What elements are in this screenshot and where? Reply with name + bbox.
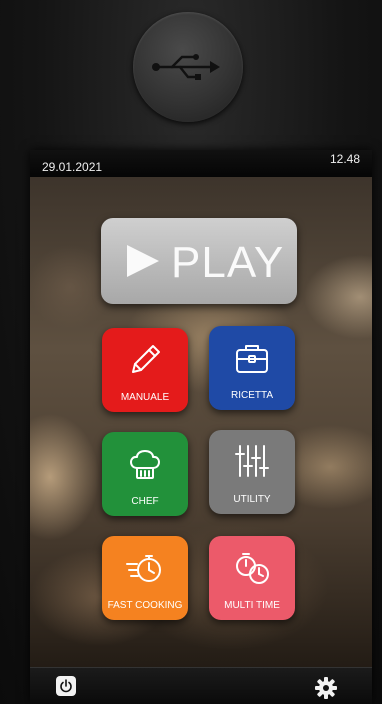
- play-icon: [127, 245, 159, 277]
- multi-time-button[interactable]: MULTI TIME: [209, 536, 295, 620]
- power-icon: [60, 679, 72, 693]
- chef-label: CHEF: [131, 496, 159, 507]
- manuale-label: MANUALE: [120, 392, 170, 403]
- touch-screen: 29.01.2021 12.48 PLAY MANUALE RICETTA CH…: [30, 150, 372, 704]
- bottom-bar: [30, 667, 372, 704]
- status-bar: 29.01.2021 12.48: [30, 150, 372, 177]
- multi-timer-icon: [236, 553, 269, 584]
- utility-button[interactable]: UTILITY: [209, 430, 295, 514]
- usb-icon: [152, 54, 220, 80]
- chef-hat-icon: [130, 450, 160, 479]
- chef-button[interactable]: CHEF: [102, 432, 188, 516]
- utility-label: UTILITY: [233, 494, 271, 505]
- fast-cooking-label: FAST COOKING: [107, 600, 183, 611]
- date-display: 29.01.2021: [42, 160, 103, 174]
- gear-icon: [315, 677, 337, 699]
- power-button[interactable]: [56, 676, 76, 696]
- multi-time-label: MULTI TIME: [224, 600, 280, 611]
- fast-cooking-button[interactable]: FAST COOKING: [102, 536, 188, 620]
- fast-timer-icon: [126, 555, 161, 582]
- oven-control-panel: 29.01.2021 12.48 PLAY MANUALE RICETTA CH…: [0, 0, 382, 704]
- time-display: 12.48: [329, 152, 360, 166]
- pencil-icon: [132, 345, 160, 373]
- play-button[interactable]: PLAY: [101, 218, 297, 304]
- settings-button[interactable]: [314, 676, 338, 700]
- ricetta-label: RICETTA: [230, 390, 274, 401]
- sliders-icon: [235, 445, 269, 477]
- play-label: PLAY: [171, 238, 285, 287]
- briefcase-icon: [236, 345, 268, 373]
- usb-port: [133, 12, 243, 122]
- manuale-button[interactable]: MANUALE: [102, 328, 188, 412]
- ricetta-button[interactable]: RICETTA: [209, 326, 295, 410]
